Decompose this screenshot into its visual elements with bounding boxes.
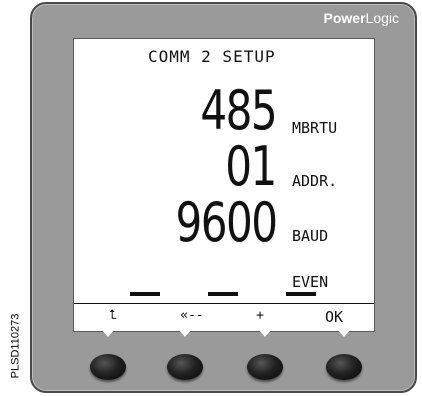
softkey-divider (130, 292, 160, 296)
parity-label: EVEN (292, 273, 329, 291)
softkey-ok-label: OK (324, 308, 344, 326)
softkey-plus-label: + (256, 308, 264, 323)
baud-label: BAUD (292, 227, 329, 245)
screen-title: COMM 2 SETUP (148, 47, 276, 66)
softkey-left-label: «-- (180, 308, 204, 323)
device-bezel: PowerLogic COMM 2 SETUP 485 01 9600 MBRT… (30, 2, 417, 393)
softkey-button-ok[interactable] (326, 354, 362, 380)
softkey-divider (208, 292, 238, 296)
part-code-text: PLSD110273 (9, 313, 21, 379)
address-value: 01 (225, 135, 278, 198)
softkey-pointer-4 (338, 330, 350, 337)
protocol-value: 485 (200, 79, 277, 142)
brand-regular: Logic (365, 10, 399, 26)
address-label: ADDR. (292, 172, 338, 190)
softkey-bar: ⮤ «-- + OK (74, 303, 374, 333)
softkey-pointer-2 (179, 330, 191, 337)
lcd-screen: COMM 2 SETUP 485 01 9600 MBRTU ADDR. BAU… (73, 38, 375, 332)
softkey-pointer-3 (259, 330, 271, 337)
baud-value: 9600 (175, 191, 278, 254)
softkey-button-up[interactable] (90, 354, 126, 380)
protocol-label: MBRTU (292, 119, 338, 137)
powerlogic-logo: PowerLogic (324, 10, 399, 26)
softkey-pointer-1 (102, 330, 114, 337)
part-code-label: PLSD110273 (0, 300, 30, 392)
softkey-divider (286, 292, 316, 296)
brand-bold: Power (323, 10, 366, 26)
softkey-button-left[interactable] (167, 354, 203, 380)
softkey-button-plus[interactable] (247, 354, 283, 380)
softkey-up-label: ⮤ (109, 308, 117, 323)
